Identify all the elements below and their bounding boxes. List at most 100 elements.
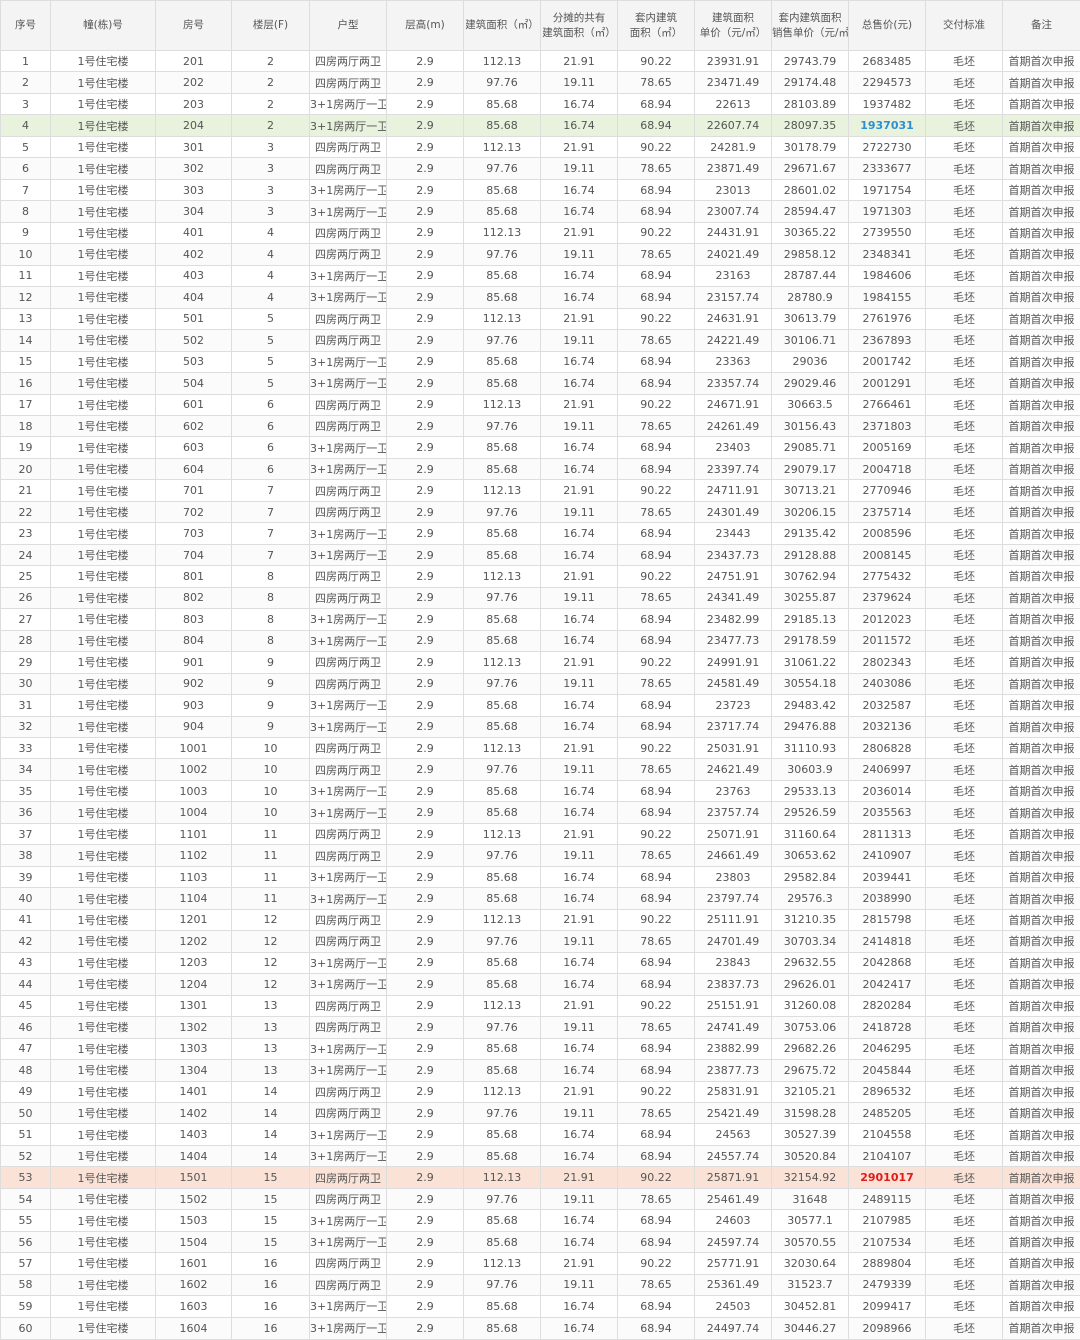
table-cell: 30713.21 [771, 479, 849, 502]
table-cell: 6 [231, 414, 310, 438]
table-cell: 首期首次申报 [1002, 672, 1080, 696]
table-cell: 四房两厅两卫 [309, 500, 387, 524]
table-cell: 16.74 [540, 887, 618, 910]
table-cell: 毛坯 [925, 71, 1003, 94]
table-cell: 68.94 [617, 1316, 695, 1340]
table-row: 36 1号住宅楼 1004 10 3+1房两厅一卫 2.9 85.68 16.74 68.94 2… [0, 801, 1080, 824]
table-cell: 四房两厅两卫 [309, 71, 387, 94]
table-cell: 85.68 [463, 264, 541, 288]
table-cell: 四房两厅两卫 [309, 565, 387, 588]
table-cell: 85.68 [463, 1230, 541, 1254]
table-cell: 502 [155, 329, 232, 352]
table-row: 60 1号住宅楼 1604 16 3+1房两厅一卫 2.9 85.68 16.74 68.94 2… [0, 1316, 1080, 1340]
table-cell: 24581.49 [694, 672, 772, 696]
table-cell: 毛坯 [925, 1123, 1003, 1146]
table-cell: 112.13 [463, 1080, 541, 1103]
table-cell: 首期首次申报 [1002, 608, 1080, 631]
table-cell: 1号住宅楼 [50, 350, 156, 374]
table-cell: 28787.44 [771, 264, 849, 288]
table-cell: 2.9 [386, 1016, 464, 1039]
table-cell: 23717.74 [694, 715, 772, 739]
table-cell: 25771.91 [694, 1252, 772, 1275]
table-cell: 1号住宅楼 [50, 736, 156, 760]
table-cell: 902 [155, 672, 232, 696]
table-cell: 16.74 [540, 865, 618, 889]
table-cell: 56 [0, 1230, 51, 1254]
table-cell: 51 [0, 1123, 51, 1146]
table-cell: 2.9 [386, 1123, 464, 1146]
table-cell: 29675.72 [771, 1059, 849, 1082]
table-cell: 2.9 [386, 393, 464, 416]
table-cell: 毛坯 [925, 1230, 1003, 1254]
table-cell: 2766461 [848, 393, 926, 416]
table-cell: 首期首次申报 [1002, 951, 1080, 975]
table-cell: 112.13 [463, 736, 541, 760]
table-cell: 303 [155, 178, 232, 202]
table-cell: 901 [155, 651, 232, 674]
table-cell: 11 [231, 844, 310, 867]
table-cell: 904 [155, 715, 232, 739]
table-cell: 3+1房两厅一卫 [309, 887, 387, 910]
table-cell: 首期首次申报 [1002, 200, 1080, 223]
table-row: 14 1号住宅楼 502 5 四房两厅两卫 2.9 97.76 19.11 78.65 24221… [0, 329, 1080, 352]
table-row: 24 1号住宅楼 704 7 3+1房两厅一卫 2.9 85.68 16.74 68.94 234… [0, 543, 1080, 567]
table-cell: 11 [231, 822, 310, 846]
table-cell: 3+1房两厅一卫 [309, 1144, 387, 1168]
column-header-line: 单价（元/㎡） [699, 26, 767, 39]
table-cell: 16.74 [540, 629, 618, 653]
table-cell: 1002 [155, 758, 232, 781]
table-cell: 四房两厅两卫 [309, 908, 387, 932]
table-cell: 3+1房两厅一卫 [309, 694, 387, 717]
table-cell: 2039441 [848, 865, 926, 889]
table-cell: 毛坯 [925, 543, 1003, 567]
table-cell: 112.13 [463, 479, 541, 502]
table-cell: 23482.99 [694, 608, 772, 631]
table-cell: 首期首次申报 [1002, 393, 1080, 416]
table-cell: 3+1房两厅一卫 [309, 286, 387, 309]
table-cell: 1 [0, 49, 51, 73]
table-cell: 23723 [694, 694, 772, 717]
table-cell: 1号住宅楼 [50, 801, 156, 824]
table-row: 17 1号住宅楼 601 6 四房两厅两卫 2.9 112.13 21.91 90.22 2467… [0, 393, 1080, 416]
table-row: 44 1号住宅楼 1204 12 3+1房两厅一卫 2.9 85.68 16.74 68.94 2… [0, 973, 1080, 996]
table-cell: 3 [0, 92, 51, 116]
table-cell: 四房两厅两卫 [309, 930, 387, 953]
table-cell: 2 [231, 114, 310, 137]
table-cell: 毛坯 [925, 522, 1003, 545]
table-cell: 23013 [694, 178, 772, 202]
table-cell: 24301.49 [694, 500, 772, 524]
table-cell: 8 [231, 629, 310, 653]
table-cell: 四房两厅两卫 [309, 1101, 387, 1125]
table-cell: 112.13 [463, 393, 541, 416]
table-cell: 首期首次申报 [1002, 629, 1080, 653]
table-cell: 1号住宅楼 [50, 822, 156, 846]
table-cell: 68.94 [617, 200, 695, 223]
table-cell: 2032136 [848, 715, 926, 739]
table-cell: 85.68 [463, 522, 541, 545]
table-cell: 14 [231, 1101, 310, 1125]
table-cell: 90.22 [617, 736, 695, 760]
table-cell: 2042417 [848, 973, 926, 996]
table-cell: 1号住宅楼 [50, 694, 156, 717]
table-cell: 4 [231, 264, 310, 288]
table-cell: 85.68 [463, 436, 541, 459]
table-cell: 1301 [155, 994, 232, 1018]
column-header: 套内建筑 面积（㎡） [617, 0, 695, 51]
table-cell: 四房两厅两卫 [309, 1187, 387, 1211]
table-cell: 3+1房两厅一卫 [309, 114, 387, 137]
table-cell: 毛坯 [925, 1273, 1003, 1297]
table-cell: 25151.91 [694, 994, 772, 1018]
table-cell: 首期首次申报 [1002, 543, 1080, 567]
table-cell: 85.68 [463, 200, 541, 223]
table-cell: 1102 [155, 844, 232, 867]
table-cell: 毛坯 [925, 414, 1003, 438]
table-cell: 2.9 [386, 608, 464, 631]
table-cell: 52 [0, 1144, 51, 1168]
table-cell: 毛坯 [925, 758, 1003, 781]
table-cell: 毛坯 [925, 1166, 1003, 1189]
table-cell: 毛坯 [925, 1037, 1003, 1061]
table-cell: 1号住宅楼 [50, 479, 156, 502]
table-cell: 34 [0, 758, 51, 781]
table-cell: 毛坯 [925, 157, 1003, 180]
table-cell: 68.94 [617, 608, 695, 631]
